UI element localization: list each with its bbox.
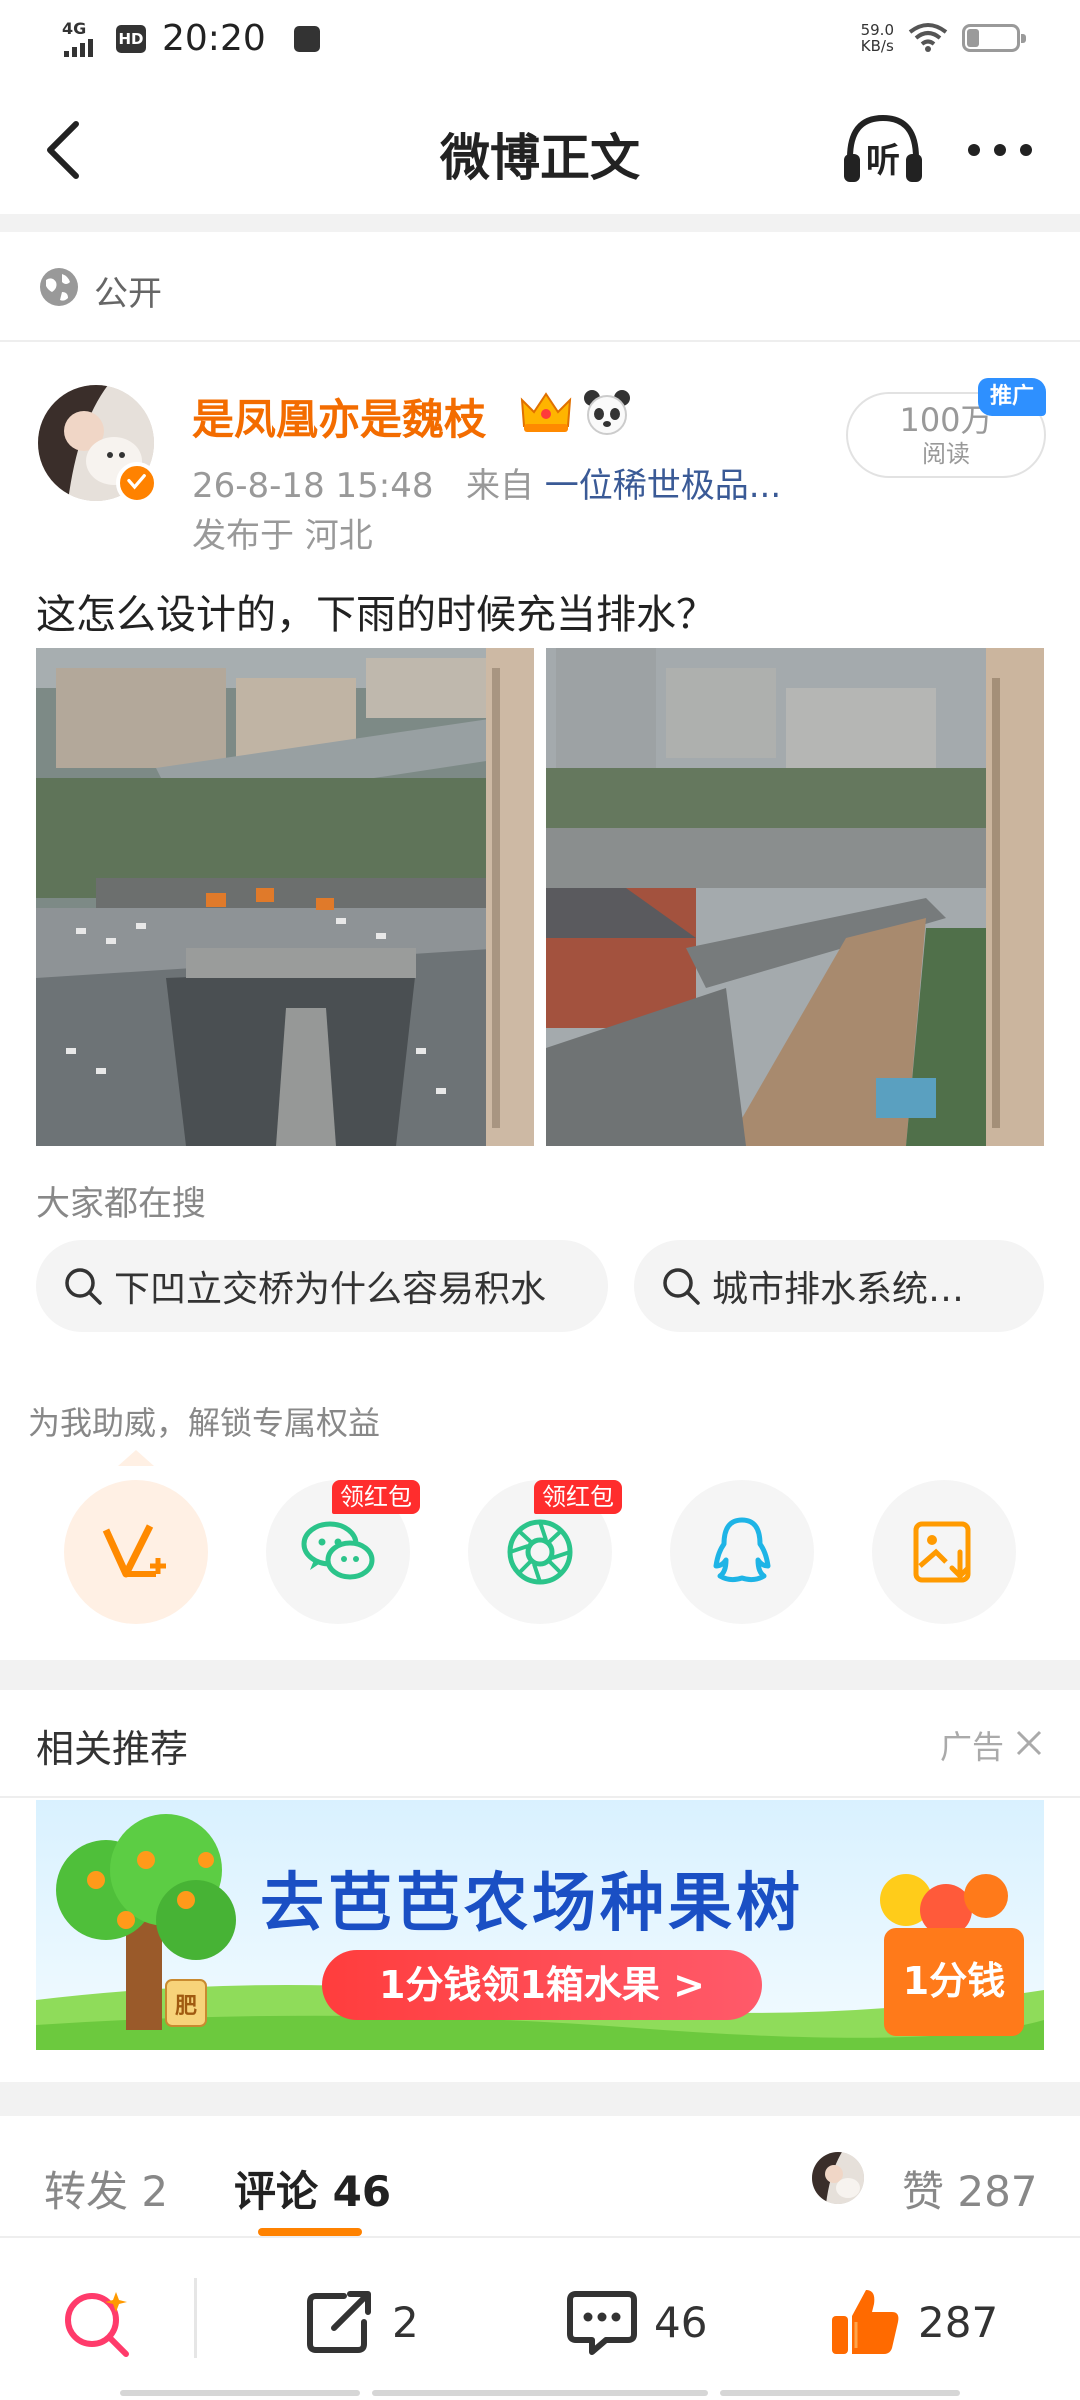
nav-bar: 微博正文 听: [0, 90, 1080, 210]
banner-title: 去芭芭农场种果树: [260, 1867, 804, 1941]
repost-count: 2: [392, 2297, 419, 2347]
clock: 20:20: [162, 18, 266, 59]
visibility-row: 公开: [0, 232, 1080, 342]
divider: [194, 2278, 197, 2358]
comment-button[interactable]: 46: [562, 2280, 707, 2364]
username[interactable]: 是凤凰亦是魏枝: [192, 386, 486, 447]
svg-text:听: 听: [866, 141, 900, 181]
support-label: 为我助威，解锁专属权益: [28, 1404, 381, 1442]
cell-signal-icon: 4G: [62, 19, 106, 59]
section-divider: [0, 214, 1080, 232]
post-image-2[interactable]: [546, 648, 1044, 1146]
post-source-link[interactable]: 一位稀世极品...: [545, 466, 781, 506]
trending-search-label: 大家都在搜: [36, 1184, 206, 1224]
post-meta: 26-8-18 15:48 来自 一位稀世极品...: [192, 458, 781, 507]
pointer-arrow: [118, 1450, 154, 1466]
section-divider: [0, 2082, 1080, 2116]
read-count-label: 阅读: [922, 440, 970, 468]
post-source-prefix: 来自: [465, 466, 534, 506]
thumbs-up-icon: [832, 2290, 899, 2354]
comment-count: 46: [654, 2297, 708, 2347]
verified-badge-icon: [116, 462, 158, 504]
network-type: 4G: [62, 18, 87, 38]
svg-text:肥: 肥: [175, 1994, 197, 2019]
panda-badge-icon[interactable]: [582, 388, 632, 436]
divider: [0, 1796, 1080, 1798]
network-speed: 59.0 KB/s: [860, 21, 894, 55]
post-text: 这怎么设计的，下雨的时候充当排水？: [36, 592, 716, 638]
search-icon: [663, 1268, 700, 1305]
gesture-bar: [372, 2390, 708, 2396]
qq-share-button[interactable]: [670, 1480, 814, 1624]
save-image-button[interactable]: [872, 1480, 1016, 1624]
listen-headphones-icon[interactable]: 听: [838, 108, 928, 192]
gesture-bar: [120, 2390, 360, 2396]
post-location: 发布于 河北: [192, 516, 373, 556]
comment-icon: [567, 2291, 637, 2355]
qq-icon: [713, 1517, 771, 1583]
promote-tag[interactable]: 推广: [978, 378, 1046, 416]
ad-label: 广告: [939, 1728, 1004, 1766]
notification-icon: [293, 25, 320, 52]
battery-icon: 1: [962, 24, 1026, 52]
tab-repost[interactable]: 转发 2: [44, 2158, 168, 2219]
crown-badge-icon[interactable]: [518, 386, 574, 436]
like-button[interactable]: 287: [826, 2280, 998, 2364]
tab-like[interactable]: 赞 287: [902, 2158, 1038, 2219]
search-icon: [65, 1268, 102, 1305]
super-search-icon[interactable]: [58, 2284, 138, 2364]
post-image-1[interactable]: [36, 648, 534, 1146]
interaction-tabs: 转发 2 评论 46 赞 287: [0, 2120, 1080, 2238]
section-divider: [0, 1660, 1080, 1690]
tab-comment[interactable]: 评论 46: [234, 2158, 391, 2219]
save-image-icon: [913, 1521, 971, 1583]
liker-avatar[interactable]: [812, 2152, 864, 2204]
visibility-label: 公开: [94, 274, 162, 314]
post-timestamp: 26-8-18 15:48: [192, 466, 434, 506]
moments-icon: [507, 1519, 573, 1585]
close-icon[interactable]: [1014, 1728, 1044, 1758]
ad-banner[interactable]: 肥 去芭芭农场种果树 1分钱领1箱水果 > 1分钱: [36, 1800, 1044, 2050]
bottom-action-bar: 2 46 287: [0, 2240, 1080, 2400]
status-bar: 4G HD 20:20 59.0 KB/s 1: [0, 0, 1080, 84]
vplus-share-button[interactable]: [64, 1480, 208, 1624]
search-chip-1[interactable]: 下凹立交桥为什么容易积水: [36, 1240, 608, 1332]
repost-icon: [307, 2291, 371, 2353]
gesture-bar: [720, 2390, 960, 2396]
vplus-icon: [102, 1524, 166, 1578]
globe-icon: [40, 268, 78, 306]
active-tab-indicator: [258, 2228, 362, 2236]
banner-cta-button[interactable]: 1分钱领1箱水果 >: [322, 1950, 762, 2020]
search-chip-2[interactable]: 城市排水系统…: [634, 1240, 1044, 1332]
wechat-icon: [301, 1521, 375, 1580]
hd-icon: HD: [116, 24, 146, 53]
more-icon[interactable]: [960, 120, 1040, 180]
banner-box-price: 1分钱: [902, 1959, 1006, 2003]
recommend-title: 相关推荐: [36, 1727, 189, 1771]
wifi-icon: [908, 23, 948, 52]
like-count: 287: [918, 2297, 999, 2347]
repost-button[interactable]: 2: [300, 2280, 419, 2364]
red-packet-tag-wechat: 领红包: [332, 1480, 420, 1514]
red-packet-tag-moments: 领红包: [534, 1480, 622, 1514]
